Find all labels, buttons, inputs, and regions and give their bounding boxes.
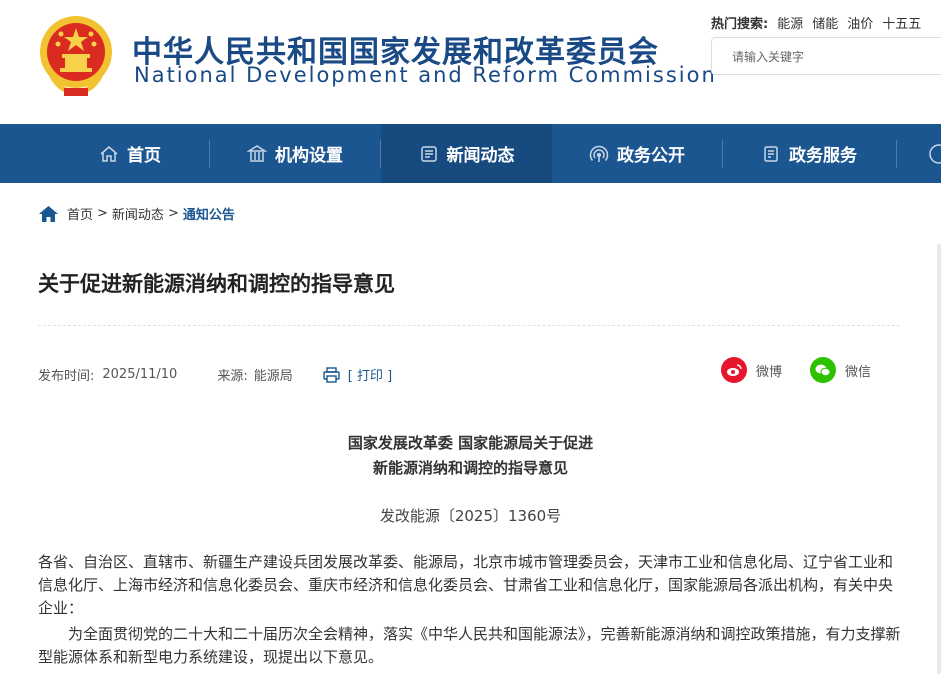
breadcrumb-current[interactable]: 通知公告 (183, 204, 235, 223)
publish-date: 2025/11/10 (102, 367, 178, 382)
hot-search-label: 热门搜索: (711, 17, 769, 32)
article-meta: 发布时间: 2025/11/10 来源: 能源局 [ 打印 ] (38, 365, 392, 384)
nav-label: 政务服务 (789, 146, 857, 166)
share-label: 微博 (756, 364, 783, 380)
nav-item-gov-services[interactable]: 政务服务 (723, 124, 895, 183)
document-number: 发改能源〔2025〕1360号 (379, 507, 562, 525)
nav-item-institution[interactable]: 机构设置 (210, 124, 380, 183)
breadcrumb: 首页 > 新闻动态 > 通知公告 (38, 204, 235, 223)
search-input[interactable] (730, 38, 934, 76)
share-label: 微信 (845, 364, 872, 380)
news-icon (420, 145, 437, 162)
nav-label: 首页 (127, 146, 161, 166)
document-title-line1: 国家发展改革委 国家能源局关于促进 (347, 434, 594, 452)
search-box (711, 37, 941, 76)
home-icon (100, 145, 118, 162)
national-emblem-icon (40, 16, 112, 96)
intro-paragraph: 为全面贯彻党的二十大和二十届历次全会精神，落实《中华人民共和国能源法》，完善新能… (38, 625, 901, 666)
nav-item-news[interactable]: 新闻动态 (381, 124, 552, 183)
site-title-en: National Development and Reform Commissi… (134, 63, 717, 87)
share-weibo-button[interactable]: 微博 (721, 357, 782, 383)
site-header: 中华人民共和国国家发展和改革委员会 National Development a… (0, 0, 941, 124)
hot-keyword-link[interactable]: 储能 (812, 17, 838, 32)
clock-icon[interactable] (928, 143, 941, 165)
hot-keyword-link[interactable]: 能源 (777, 17, 803, 32)
wechat-icon (810, 357, 836, 383)
nav-label: 政务公开 (617, 146, 685, 166)
breadcrumb-home[interactable]: 首页 (67, 204, 93, 223)
article-title: 关于促进新能源消纳和调控的指导意见 (38, 272, 395, 296)
broadcast-icon (589, 145, 609, 162)
institution-icon (247, 144, 267, 162)
hot-keyword-link[interactable]: 十五五 (882, 17, 921, 32)
breadcrumb-news[interactable]: 新闻动态 (112, 204, 164, 223)
nav-item-public-affairs[interactable]: 政务公开 (553, 124, 721, 183)
hot-keyword-link[interactable]: 油价 (847, 17, 873, 32)
document-icon (764, 145, 778, 162)
nav-item-home[interactable]: 首页 (52, 124, 208, 183)
main-nav: 首页 机构设置 新闻动态 政务公开 政务服务 (0, 124, 941, 183)
source-value: 能源局 (253, 369, 293, 384)
scrollbar[interactable] (937, 244, 941, 674)
document-title-line2: 新能源消纳和调控的指导意见 (372, 459, 568, 477)
weibo-icon (721, 357, 747, 383)
printer-icon (323, 366, 340, 383)
nav-divider (896, 140, 897, 168)
publish-label: 发布时间: (38, 369, 95, 384)
recipients-paragraph: 各省、自治区、直辖市、新疆生产建设兵团发展改革委、能源局，北京市城市管理委员会，… (38, 553, 894, 617)
source-label: 来源: (217, 369, 248, 384)
hot-search: 热门搜索: 能源 储能 油价 十五五 (711, 13, 921, 32)
home-icon[interactable] (38, 205, 59, 223)
print-label: [ 打印 ] (347, 369, 393, 384)
breadcrumb-separator: > (167, 206, 179, 221)
title-divider (38, 325, 900, 326)
nav-label: 新闻动态 (446, 146, 515, 166)
breadcrumb-separator: > (97, 206, 108, 221)
share-wechat-button[interactable]: 微信 (810, 357, 871, 383)
nav-label: 机构设置 (275, 146, 343, 166)
print-button[interactable]: [ 打印 ] (323, 365, 392, 384)
